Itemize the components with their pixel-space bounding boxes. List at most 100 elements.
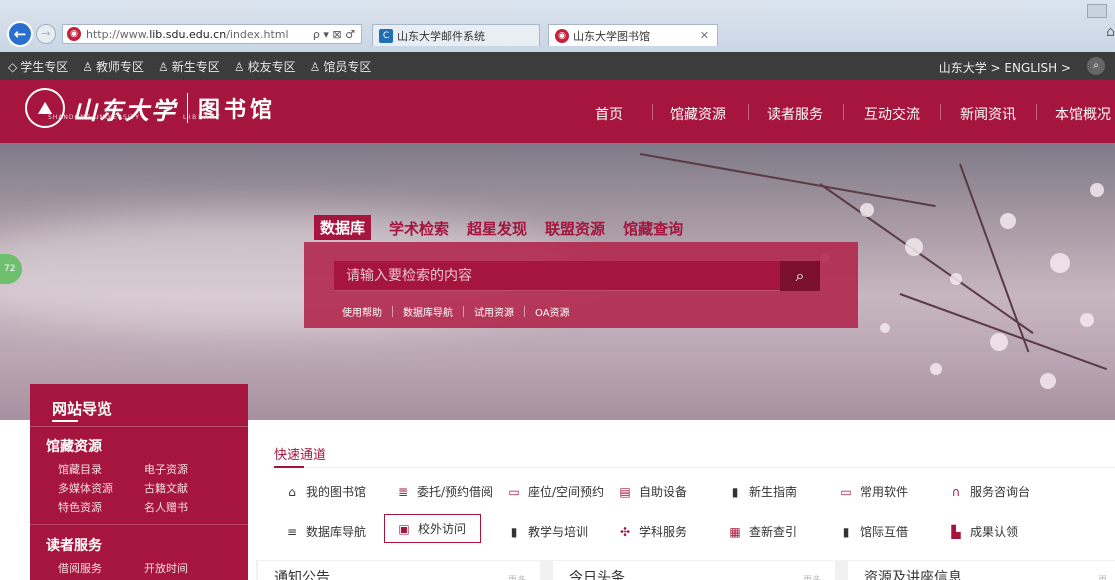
panel-headlines: 今日头条 更多 bbox=[553, 561, 835, 580]
quick-ill[interactable]: ▮ 馆际互借 bbox=[839, 523, 908, 540]
sidenav-item[interactable]: 名人赠书 bbox=[144, 499, 188, 515]
search-button[interactable]: ⌕ bbox=[780, 261, 820, 291]
search-tab-catalog[interactable]: 馆藏查询 bbox=[623, 218, 683, 240]
site-logo[interactable]: ⛰ 山东大学 图书馆 bbox=[25, 88, 276, 128]
exchange-icon: ▮ bbox=[842, 524, 850, 539]
panel-notices-title: 通知公告 bbox=[274, 570, 330, 580]
chart-icon: ▙ bbox=[951, 524, 961, 539]
nav-home[interactable]: 首页 bbox=[595, 104, 623, 124]
site-favicon-icon: ◉ bbox=[67, 27, 81, 41]
panel-notices: 通知公告 更多 bbox=[258, 561, 540, 580]
university-seal-icon: ⛰ bbox=[25, 88, 65, 128]
forward-icon[interactable]: → bbox=[36, 24, 56, 44]
nav-separator bbox=[652, 104, 653, 120]
tab-library-label: 山东大学图书馆 bbox=[573, 29, 650, 43]
nav-about[interactable]: 本馆概况 bbox=[1055, 104, 1111, 124]
panel-divider bbox=[30, 426, 248, 427]
link-trial[interactable]: 试用资源 bbox=[474, 304, 514, 319]
link-db-nav[interactable]: 数据库导航 bbox=[403, 304, 453, 319]
quick-training[interactable]: ▮ 教学与培训 bbox=[507, 523, 588, 540]
sidenav-item[interactable]: 开放时间 bbox=[144, 560, 188, 576]
sidenav-item[interactable]: 电子资源 bbox=[144, 461, 188, 477]
nav-services[interactable]: 读者服务 bbox=[767, 104, 823, 124]
tab-mail-label: 山东大学邮件系统 bbox=[397, 29, 485, 43]
address-bar-icons[interactable]: ρ ▾ ⊠ ♂ bbox=[313, 28, 355, 41]
quick-help-desk[interactable]: ∩ 服务咨询台 bbox=[949, 483, 1030, 500]
person-icon: ♙ bbox=[233, 59, 245, 74]
nav-interaction[interactable]: 互动交流 bbox=[864, 104, 920, 124]
panel-resources: 资源及讲座信息 更多 bbox=[848, 561, 1115, 580]
quick-seat-booking[interactable]: ▭ 座位/空间预约 bbox=[507, 483, 604, 500]
panel-headlines-more[interactable]: 更多 bbox=[803, 573, 821, 580]
link-oa[interactable]: OA资源 bbox=[535, 304, 570, 319]
browser-chrome: ← → ◉ http://www.lib.sdu.edu.cn/index.ht… bbox=[0, 0, 1115, 52]
quick-access-rule bbox=[274, 467, 1115, 468]
nav-separator bbox=[940, 104, 941, 120]
blossom bbox=[860, 203, 874, 217]
topbar-freshman[interactable]: ♙ 新生专区 bbox=[158, 58, 220, 75]
quick-achievement[interactable]: ▙ 成果认领 bbox=[949, 523, 1018, 540]
quick-software[interactable]: ▭ 常用软件 bbox=[839, 483, 908, 500]
category-collections[interactable]: 馆藏资源 bbox=[46, 436, 102, 456]
category-services[interactable]: 读者服务 bbox=[46, 535, 102, 555]
quick-self-service[interactable]: ▤ 自助设备 bbox=[618, 483, 687, 500]
books-icon: ≣ bbox=[397, 484, 409, 499]
quick-my-library[interactable]: ⌂ 我的图书馆 bbox=[285, 483, 366, 500]
blossom bbox=[880, 323, 890, 333]
quick-reserve-borrow[interactable]: ≣ 委托/预约借阅 bbox=[396, 483, 493, 500]
quick-subject-service[interactable]: ✣ 学科服务 bbox=[618, 523, 687, 540]
panel-resources-title: 资源及讲座信息 bbox=[864, 570, 962, 580]
monitor-icon: ▭ bbox=[840, 484, 852, 499]
remote-access-icon: ▣ bbox=[398, 521, 410, 536]
search-tab-database[interactable]: 数据库 bbox=[314, 215, 372, 240]
blossom bbox=[1090, 183, 1104, 197]
nav-collections[interactable]: 馆藏资源 bbox=[670, 104, 726, 124]
tab-close-icon[interactable]: ✕ bbox=[700, 29, 709, 42]
search-input[interactable]: 请输入要检索的内容 bbox=[334, 261, 780, 291]
list-icon: ≡ bbox=[286, 524, 298, 539]
user-icon: ♙ bbox=[82, 59, 94, 74]
blossom-branch bbox=[899, 293, 1108, 371]
blossom-branch bbox=[959, 163, 1030, 353]
sidenav-item[interactable]: 特色资源 bbox=[58, 499, 102, 515]
quick-freshman-guide[interactable]: ▮ 新生指南 bbox=[728, 483, 797, 500]
topbar-alumni[interactable]: ♙ 校友专区 bbox=[234, 58, 296, 75]
sidenav-item[interactable]: 借阅服务 bbox=[58, 560, 102, 576]
tab-library[interactable]: ◉ 山东大学图书馆 ✕ bbox=[548, 24, 718, 46]
home-icon[interactable]: ⌂ bbox=[1106, 24, 1115, 40]
blossom bbox=[950, 273, 962, 285]
minimize-button[interactable] bbox=[1087, 4, 1107, 18]
nav-news[interactable]: 新闻资讯 bbox=[960, 104, 1016, 124]
blossom bbox=[1050, 253, 1070, 273]
blossom bbox=[905, 238, 923, 256]
link-separator bbox=[463, 306, 464, 317]
link-help[interactable]: 使用帮助 bbox=[342, 304, 382, 319]
search-icon[interactable]: ⌕ bbox=[1087, 57, 1105, 75]
search-tab-superstar[interactable]: 超星发现 bbox=[467, 218, 527, 240]
quick-db-nav[interactable]: ≡ 数据库导航 bbox=[285, 523, 366, 540]
sidenav-item[interactable]: 多媒体资源 bbox=[58, 480, 113, 496]
tab-mail[interactable]: C 山东大学邮件系统 bbox=[372, 24, 540, 46]
search-tab-academic[interactable]: 学术检索 bbox=[389, 218, 449, 240]
sidenav-item[interactable]: 古籍文献 bbox=[144, 480, 188, 496]
staff-icon: ♙ bbox=[309, 59, 321, 74]
topbar-student[interactable]: ◇ 学生专区 bbox=[8, 58, 68, 75]
address-bar[interactable]: ◉ http://www.lib.sdu.edu.cn/index.html ρ… bbox=[62, 24, 362, 44]
blossom-branch bbox=[639, 153, 936, 208]
search-tab-alliance[interactable]: 联盟资源 bbox=[545, 218, 605, 240]
panel-resources-more[interactable]: 更多 bbox=[1098, 573, 1115, 580]
blossom bbox=[990, 333, 1008, 351]
panel-notices-more[interactable]: 更多 bbox=[508, 573, 526, 580]
topbar-teacher[interactable]: ♙ 教师专区 bbox=[82, 58, 144, 75]
quick-novelty-search[interactable]: ▦ 查新查引 bbox=[728, 523, 797, 540]
search-magnifier-icon: ⌕ bbox=[795, 266, 805, 285]
back-icon[interactable]: ← bbox=[7, 21, 33, 47]
quick-offcampus[interactable]: ▣ 校外访问 bbox=[384, 514, 482, 543]
topbar-right-links[interactable]: 山东大学 > ENGLISH > bbox=[939, 59, 1071, 76]
library-favicon-icon: ◉ bbox=[555, 28, 569, 43]
url-text: http://www.lib.sdu.edu.cn/index.html bbox=[86, 27, 289, 41]
sidenav-item[interactable]: 馆藏目录 bbox=[58, 461, 102, 477]
topbar-staff[interactable]: ♙ 馆员专区 bbox=[310, 58, 372, 75]
site-header: ⛰ 山东大学 图书馆 SHANDONG UNIVERSITY LIBRARY 首… bbox=[0, 80, 1115, 143]
category-divider bbox=[30, 524, 248, 525]
